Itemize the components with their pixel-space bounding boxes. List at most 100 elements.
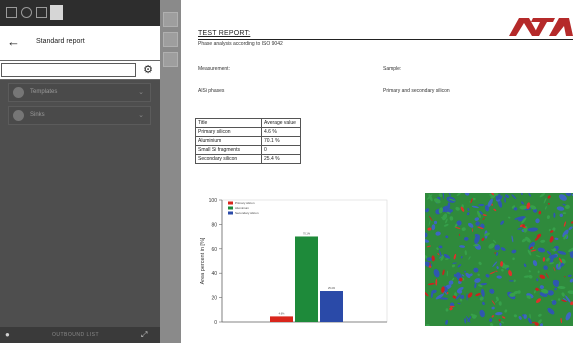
microstructure-grain [534, 290, 536, 294]
microstructure-grain [482, 217, 485, 221]
microstructure-grain [569, 278, 573, 283]
page-icon[interactable] [163, 52, 178, 67]
microstructure-grain [535, 218, 540, 224]
microstructure-grain [425, 239, 430, 243]
table-row: Small Si fragments 0 [195, 145, 301, 155]
chart-bar [270, 316, 293, 322]
sample-label: Sample: [383, 66, 402, 72]
microstructure-grain [448, 193, 451, 197]
microstructure-grain [553, 212, 556, 218]
microstructure-grain [496, 266, 499, 270]
microstructure-grain [436, 247, 439, 251]
microstructure-grain [433, 268, 440, 278]
microstructure-grain [554, 287, 557, 291]
microstructure-grain [479, 309, 485, 318]
microstructure-grain [457, 264, 462, 268]
microstructure-grain [500, 220, 505, 225]
microstructure-grain [546, 250, 552, 255]
microstructure-grain [425, 324, 430, 326]
bottom-bar-label[interactable]: OUTBOUND LIST [52, 332, 99, 338]
microstructure-grain [425, 291, 429, 297]
microstructure-grain [538, 313, 542, 317]
search-input[interactable] [1, 63, 136, 77]
microstructure-grain [482, 214, 487, 216]
results-table: Title Average value Primary silicon 4.6 … [195, 118, 301, 164]
microstructure-grain [504, 309, 508, 313]
microstructure-grain [554, 237, 559, 240]
microstructure-grain [453, 253, 457, 260]
microstructure-grain [561, 292, 565, 297]
dropdown-label: Templates [30, 89, 58, 95]
microstructure-grain [542, 257, 546, 262]
microstructure-grain [567, 290, 573, 295]
gear-icon[interactable]: ⚙ [138, 62, 158, 78]
microstructure-grain [464, 250, 467, 256]
page-icon[interactable] [163, 12, 178, 27]
microstructure-grain [459, 298, 463, 302]
microstructure-grain [491, 315, 495, 318]
legend-swatch [228, 206, 233, 210]
microstructure-grain [543, 265, 548, 271]
microstructure-grain [535, 255, 541, 258]
microstructure-grain [535, 298, 542, 303]
microstructure-grain [475, 221, 480, 226]
microstructure-grain [565, 312, 572, 321]
image-icon[interactable] [36, 7, 47, 18]
microstructure-grain [556, 206, 565, 211]
microstructure-grain [474, 243, 482, 250]
table-cell: 0 [261, 145, 301, 155]
back-arrow-icon[interactable]: ← [7, 35, 20, 48]
report-page: TEST REPORT: Phase analysis according to… [181, 0, 573, 343]
phase-bar-chart: 0 20 40 60 80 100 Area percent in [%] 4.6% 70.1%… [192, 190, 397, 333]
microstructure-grain [521, 201, 524, 205]
microstructure-grain [459, 245, 466, 248]
microstructure-grain [539, 193, 546, 198]
report-title: TEST REPORT: [198, 30, 251, 37]
microstructure-grain [498, 301, 502, 306]
legend-swatch [228, 211, 233, 215]
microstructure-grain [539, 323, 544, 326]
y-tick-label: 60 [211, 247, 217, 253]
sinks-dropdown[interactable]: Sinks ⌄ [8, 106, 151, 125]
bar-value-label: 25.4% [328, 287, 336, 290]
microstructure-grain [511, 249, 517, 254]
microstructure-grain [445, 235, 449, 239]
page-icon[interactable] [163, 32, 178, 47]
microstructure-grain [435, 278, 438, 286]
microstructure-grain [478, 203, 485, 207]
microstructure-grain [513, 314, 517, 318]
user-icon[interactable] [21, 7, 32, 18]
templates-dropdown[interactable]: Templates ⌄ [8, 83, 151, 102]
y-tick-label: 0 [214, 320, 217, 326]
microstructure-grain [474, 217, 480, 221]
table-cell: Secondary silicon [195, 154, 262, 164]
legend-label: Secondary silicon [235, 211, 259, 215]
microstructure-grain [557, 298, 561, 301]
microstructure-grain [501, 316, 506, 319]
settings-icon[interactable]: ● [5, 330, 10, 339]
microstructure-grain [473, 267, 479, 273]
microstructure-grain [512, 257, 515, 261]
top-toolbar [0, 0, 160, 26]
microstructure-grain [474, 278, 481, 283]
table-cell: Aluminium [195, 136, 262, 146]
microstructure-grain [511, 194, 517, 200]
microstructure-grain [567, 274, 572, 277]
microstructure-grain [464, 318, 467, 324]
vertical-toolbar [160, 0, 181, 343]
microstructure-grain [529, 313, 531, 319]
microstructure-grain [471, 205, 479, 209]
measurement-label: Measurement: [198, 66, 230, 72]
microstructure-grain [464, 270, 467, 273]
left-panel: ← Standard report ⚙ Templates ⌄ Sinks ⌄ … [0, 0, 160, 343]
microstructure-grain [546, 215, 550, 219]
microstructure-grain [499, 322, 502, 326]
expand-icon[interactable]: ⤢ [141, 330, 147, 340]
microstructure-grain [468, 256, 471, 260]
microstructure-grain [426, 257, 433, 261]
file-icon[interactable] [6, 7, 17, 18]
report-icon[interactable] [50, 5, 63, 20]
microstructure-grain [467, 207, 470, 211]
microstructure-grain [482, 301, 485, 306]
table-row: Primary silicon 4.6 % [195, 127, 301, 137]
